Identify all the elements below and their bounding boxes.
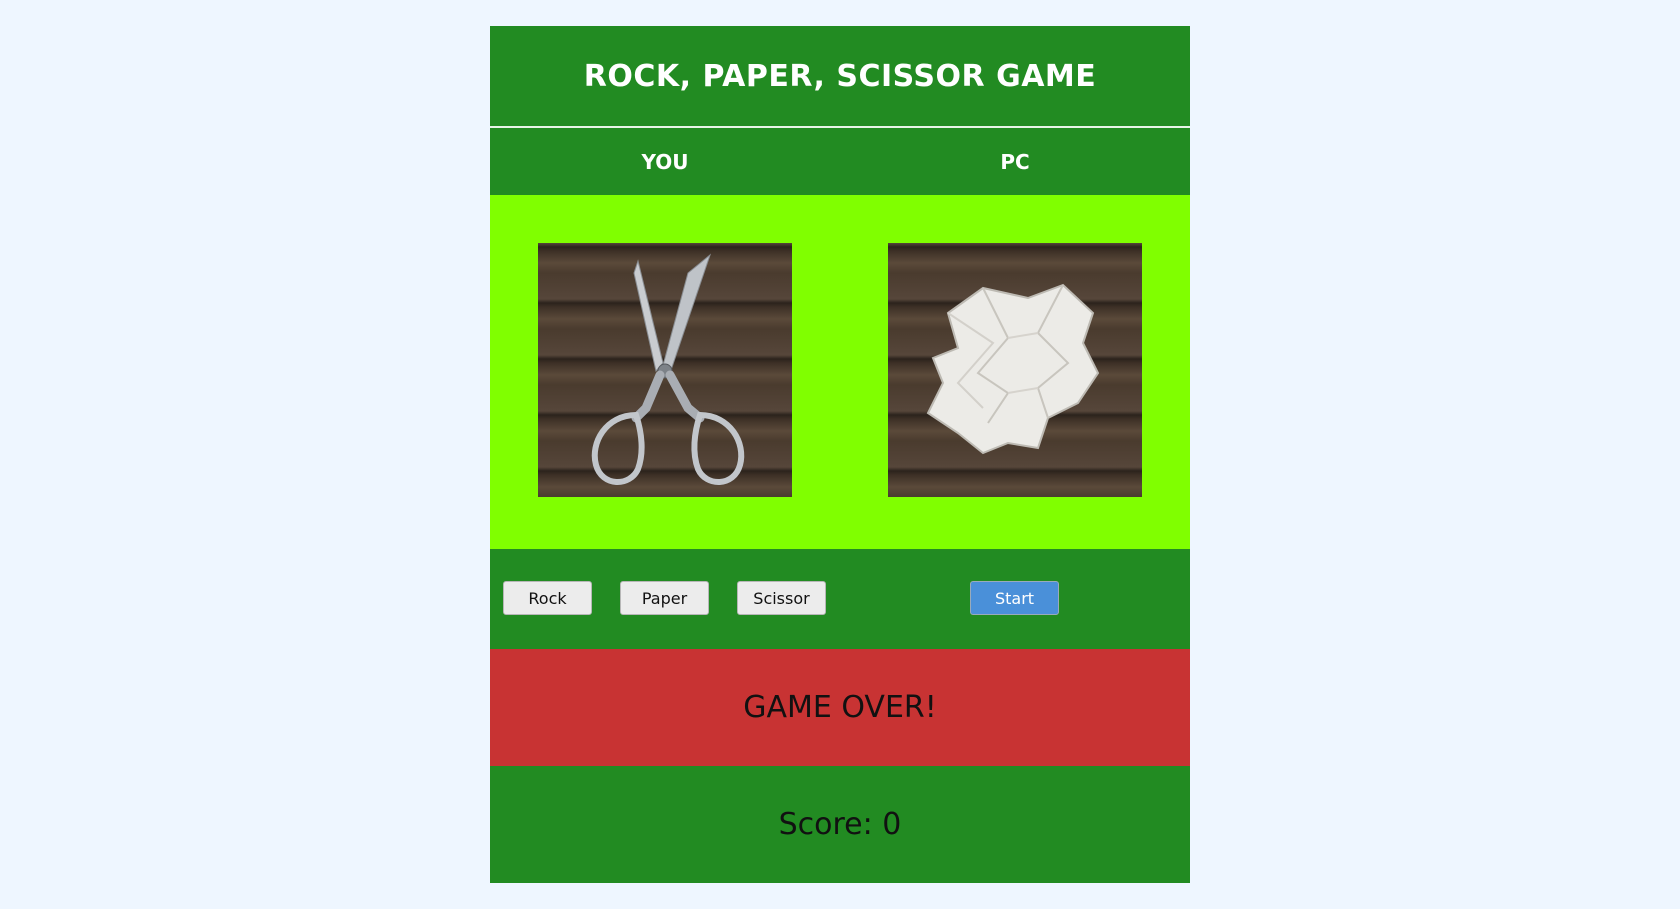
game-status-banner: GAME OVER! xyxy=(490,649,1190,766)
player-label: YOU xyxy=(641,149,689,174)
pc-label: PC xyxy=(1000,149,1030,174)
rock-button[interactable]: Rock xyxy=(503,581,592,615)
arena xyxy=(490,195,1190,549)
pc-choice-paper-image xyxy=(888,243,1142,497)
game-title: ROCK, PAPER, SCISSOR GAME xyxy=(490,26,1190,126)
score-panel: Score: 0 xyxy=(490,766,1190,883)
players-bar: YOU PC xyxy=(490,128,1190,195)
scissors-icon xyxy=(591,253,745,485)
paper-button[interactable]: Paper xyxy=(620,581,709,615)
game-container: ROCK, PAPER, SCISSOR GAME YOU PC Rock Pa… xyxy=(490,26,1190,883)
crumpled-paper-icon xyxy=(926,283,1100,455)
scissor-button[interactable]: Scissor xyxy=(737,581,826,615)
game-status-text: GAME OVER! xyxy=(743,690,937,725)
player-choice-scissors-image xyxy=(538,243,792,497)
start-button[interactable]: Start xyxy=(970,581,1059,615)
score-text: Score: 0 xyxy=(778,807,902,842)
controls-bar: Rock Paper Scissor Start xyxy=(490,549,1190,649)
